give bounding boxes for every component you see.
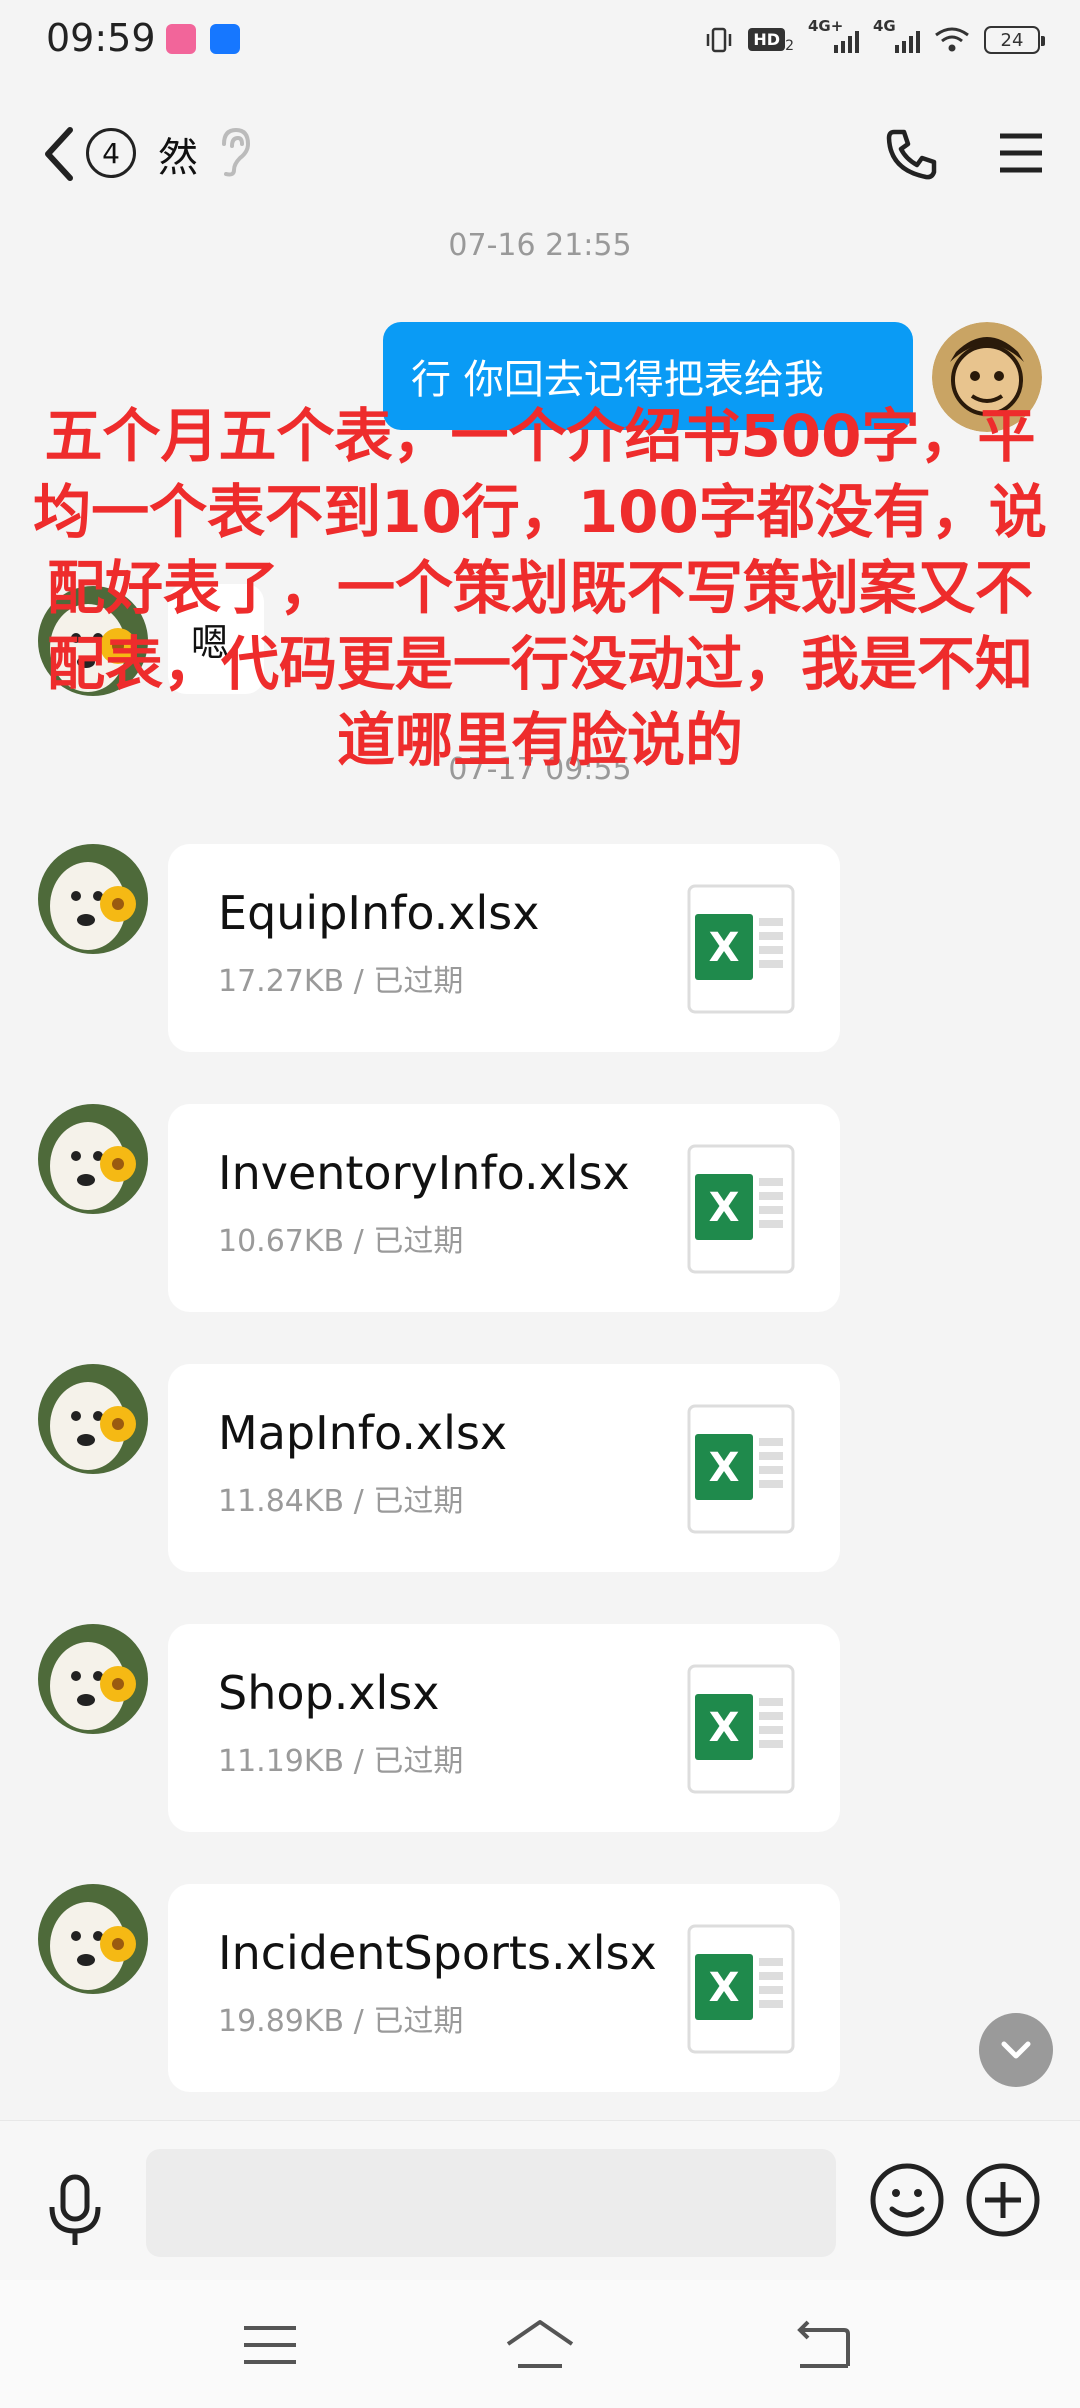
alipay-app-icon [210, 24, 240, 54]
system-navigation-bar [0, 2280, 1080, 2408]
file-meta: 11.19KB / 已过期 [218, 1744, 464, 1779]
overlay-caption: 五个月五个表，一个介绍书500字，平均一个表不到10行，100字都没有，说配好表… [33, 402, 1047, 774]
svg-text:X: X [709, 1185, 740, 1231]
file-meta: 19.89KB / 已过期 [218, 2004, 464, 2039]
message-input-bar [0, 2120, 1080, 2280]
contact-avatar[interactable] [38, 1104, 148, 1214]
unread-count-badge[interactable]: 4 [86, 128, 136, 178]
file-name: InventoryInfo.xlsx [218, 1146, 630, 1200]
home-button[interactable] [502, 2312, 578, 2378]
file-message-card[interactable]: EquipInfo.xlsx 17.27KB / 已过期 X [168, 844, 840, 1052]
timestamp: 07-16 21:55 [448, 228, 632, 263]
hd-voice-icon: HD 2 [748, 26, 794, 54]
status-indicators: HD 2 4G+ 4G 24 [704, 17, 1045, 60]
battery-icon: 24 [984, 26, 1045, 54]
voice-input-button[interactable] [40, 2171, 110, 2251]
emoji-button[interactable] [868, 2161, 946, 2239]
svg-text:X: X [709, 1705, 740, 1751]
excel-file-icon: X [687, 1924, 795, 2054]
file-name: MapInfo.xlsx [218, 1406, 508, 1460]
contact-avatar[interactable] [38, 1364, 148, 1474]
contact-avatar[interactable] [38, 1884, 148, 1994]
status-time: 09:59 [46, 16, 156, 60]
wifi-icon [935, 27, 969, 52]
vibrate-icon [707, 27, 732, 53]
signal-sim1-icon: 4G+ [808, 17, 859, 53]
recent-apps-button[interactable] [232, 2312, 308, 2378]
file-message-card[interactable]: Shop.xlsx 11.19KB / 已过期 X [168, 1624, 840, 1832]
file-name: IncidentSports.xlsx [218, 1926, 657, 1980]
file-message-card[interactable]: InventoryInfo.xlsx 10.67KB / 已过期 X [168, 1104, 840, 1312]
file-meta: 11.84KB / 已过期 [218, 1484, 464, 1519]
file-meta: 10.67KB / 已过期 [218, 1224, 464, 1259]
contact-name[interactable]: 然 [158, 125, 198, 183]
ear-icon[interactable] [212, 126, 256, 178]
file-name: Shop.xlsx [218, 1666, 440, 1720]
lofter-app-icon [166, 24, 196, 54]
file-meta: 17.27KB / 已过期 [218, 964, 464, 999]
outgoing-message-text: 行 你回去记得把表给我 [411, 357, 824, 403]
back-button[interactable] [36, 122, 86, 186]
phone-call-button[interactable] [884, 126, 940, 182]
svg-text:X: X [709, 925, 740, 971]
signal-sim2-icon: 4G [873, 17, 920, 53]
excel-file-icon: X [687, 1404, 795, 1534]
svg-text:X: X [709, 1445, 740, 1491]
excel-file-icon: X [687, 1664, 795, 1794]
file-message-card[interactable]: IncidentSports.xlsx 19.89KB / 已过期 X [168, 1884, 840, 2092]
excel-file-icon: X [687, 884, 795, 1014]
contact-avatar[interactable] [38, 844, 148, 954]
message-input[interactable] [146, 2149, 836, 2257]
status-bar: 09:59 HD 2 4G+ 4G 24 [0, 0, 1080, 80]
chat-header: 4 然 [0, 100, 1080, 210]
file-name: EquipInfo.xlsx [218, 886, 540, 940]
menu-button[interactable] [998, 128, 1044, 178]
more-actions-button[interactable] [964, 2161, 1042, 2239]
contact-avatar[interactable] [38, 1624, 148, 1734]
excel-file-icon: X [687, 1144, 795, 1274]
back-nav-button[interactable] [786, 2312, 862, 2378]
svg-text:X: X [709, 1965, 740, 2011]
scroll-to-bottom-button[interactable] [979, 2013, 1053, 2087]
chevron-down-icon [1001, 2041, 1031, 2059]
file-message-card[interactable]: MapInfo.xlsx 11.84KB / 已过期 X [168, 1364, 840, 1572]
